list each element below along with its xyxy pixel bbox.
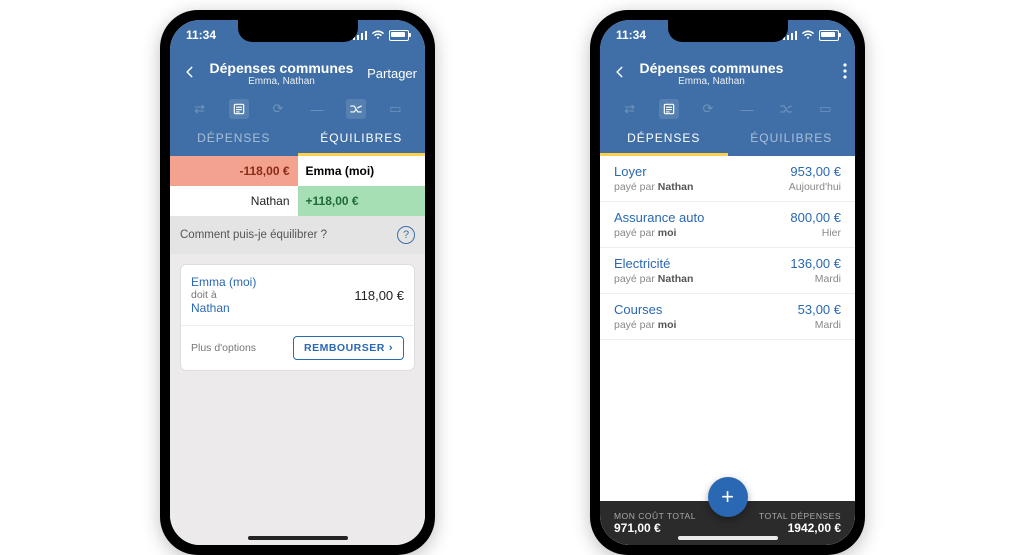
shuffle-icon[interactable] — [346, 99, 366, 119]
battery-icon — [819, 30, 839, 41]
nav-header: Dépenses communes Emma, Nathan Partager — [170, 50, 425, 96]
toolbar-icon[interactable]: — — [307, 99, 327, 119]
expense-amount: 953,00 € — [790, 164, 841, 179]
toolbar-icon[interactable]: ⟳ — [268, 99, 288, 119]
total-expenses-value: 1942,00 € — [788, 521, 841, 535]
add-expense-fab[interactable]: + — [708, 477, 748, 517]
expense-date: Aujourd'hui — [789, 181, 841, 193]
status-time: 11:34 — [186, 28, 216, 42]
page-title: Dépenses communes — [640, 60, 784, 76]
balance-row-me: -118,00 € Emma (moi) — [170, 156, 425, 186]
kebab-icon — [843, 63, 847, 79]
wifi-icon — [801, 30, 815, 40]
more-options-link[interactable]: Plus d'options — [191, 342, 256, 354]
expense-row[interactable]: Loyer 953,00 € payé par Nathan Aujourd'h… — [600, 156, 855, 202]
expense-date: Mardi — [815, 319, 841, 331]
chevron-right-icon: › — [389, 342, 393, 354]
toolbar-icon[interactable]: ⇄ — [620, 99, 640, 119]
shuffle-icon[interactable] — [776, 99, 796, 119]
expense-title: Electricité — [614, 256, 670, 271]
expense-title: Courses — [614, 302, 662, 317]
status-time: 11:34 — [616, 28, 646, 42]
expense-date: Hier — [822, 227, 841, 239]
plus-icon: + — [721, 484, 734, 510]
expense-row[interactable]: Electricité 136,00 € payé par Nathan Mar… — [600, 248, 855, 294]
help-icon[interactable]: ? — [397, 226, 415, 244]
settlement-card: Emma (moi) doit à Nathan 118,00 € Plus d… — [180, 264, 415, 371]
my-cost-label: MON COÛT TOTAL — [614, 511, 714, 521]
list-icon[interactable] — [229, 99, 249, 119]
expense-row[interactable]: Assurance auto 800,00 € payé par moi Hie… — [600, 202, 855, 248]
balance-question-text: Comment puis-je équilibrer ? — [180, 229, 327, 241]
back-button[interactable] — [608, 62, 632, 85]
tab-expenses[interactable]: DÉPENSES — [600, 122, 728, 156]
reimburse-button[interactable]: REMBOURSER › — [293, 336, 404, 360]
reimburse-label: REMBOURSER — [304, 342, 385, 354]
balance-other-name: Nathan — [170, 186, 298, 216]
chevron-left-icon — [183, 65, 197, 79]
expense-date: Mardi — [815, 273, 841, 285]
expense-payer: payé par moi — [614, 319, 676, 331]
expense-payer: payé par moi — [614, 227, 676, 239]
balance-other-amount: +118,00 € — [298, 186, 426, 216]
tab-bar: DÉPENSES ÉQUILIBRES — [170, 122, 425, 156]
expense-row[interactable]: Courses 53,00 € payé par moi Mardi — [600, 294, 855, 340]
page-title: Dépenses communes — [210, 60, 354, 76]
home-indicator — [678, 536, 778, 540]
share-button[interactable]: Partager — [361, 66, 417, 81]
tab-balances[interactable]: ÉQUILIBRES — [298, 122, 426, 156]
page-subtitle: Emma, Nathan — [248, 76, 315, 87]
expense-amount: 53,00 € — [798, 302, 841, 317]
home-indicator — [248, 536, 348, 540]
settlement-from: Emma (moi) — [191, 275, 256, 289]
tab-expenses[interactable]: DÉPENSES — [170, 122, 298, 156]
settlement-amount: 118,00 € — [354, 288, 404, 303]
list-icon[interactable] — [659, 99, 679, 119]
page-subtitle: Emma, Nathan — [678, 76, 745, 87]
balance-table: -118,00 € Emma (moi) Nathan +118,00 € — [170, 156, 425, 216]
toolbar-icon[interactable]: ⇄ — [190, 99, 210, 119]
settlement-to: Nathan — [191, 301, 256, 315]
balance-me-amount: -118,00 € — [170, 156, 298, 186]
chevron-left-icon — [613, 65, 627, 79]
my-cost-value: 971,00 € — [614, 521, 714, 535]
balance-row-other: Nathan +118,00 € — [170, 186, 425, 216]
device-notch — [668, 20, 788, 42]
expense-payer: payé par Nathan — [614, 181, 693, 193]
toolbar-icon[interactable]: ▭ — [385, 99, 405, 119]
total-expenses-label: TOTAL DÉPENSES — [759, 511, 841, 521]
nav-header: Dépenses communes Emma, Nathan — [600, 50, 855, 96]
toolbar-icon[interactable]: ⟳ — [698, 99, 718, 119]
toolbar-strip: ⇄ ⟳ — ▭ — [600, 96, 855, 122]
balance-question: Comment puis-je équilibrer ? ? — [170, 216, 425, 254]
device-notch — [238, 20, 358, 42]
back-button[interactable] — [178, 62, 202, 85]
expense-amount: 136,00 € — [790, 256, 841, 271]
expense-payer: payé par Nathan — [614, 273, 693, 285]
expense-title: Loyer — [614, 164, 647, 179]
expense-list: Loyer 953,00 € payé par Nathan Aujourd'h… — [600, 156, 855, 501]
tab-bar: DÉPENSES ÉQUILIBRES — [600, 122, 855, 156]
balance-me-name: Emma (moi) — [298, 156, 426, 186]
settlement-verb: doit à — [191, 289, 256, 301]
divider — [181, 325, 414, 326]
toolbar-icon[interactable]: ▭ — [815, 99, 835, 119]
toolbar-strip: ⇄ ⟳ — ▭ — [170, 96, 425, 122]
expense-amount: 800,00 € — [790, 210, 841, 225]
tab-balances[interactable]: ÉQUILIBRES — [728, 122, 856, 156]
toolbar-icon[interactable]: — — [737, 99, 757, 119]
battery-icon — [389, 30, 409, 41]
expense-title: Assurance auto — [614, 210, 704, 225]
wifi-icon — [371, 30, 385, 40]
overflow-menu-button[interactable] — [791, 63, 847, 84]
